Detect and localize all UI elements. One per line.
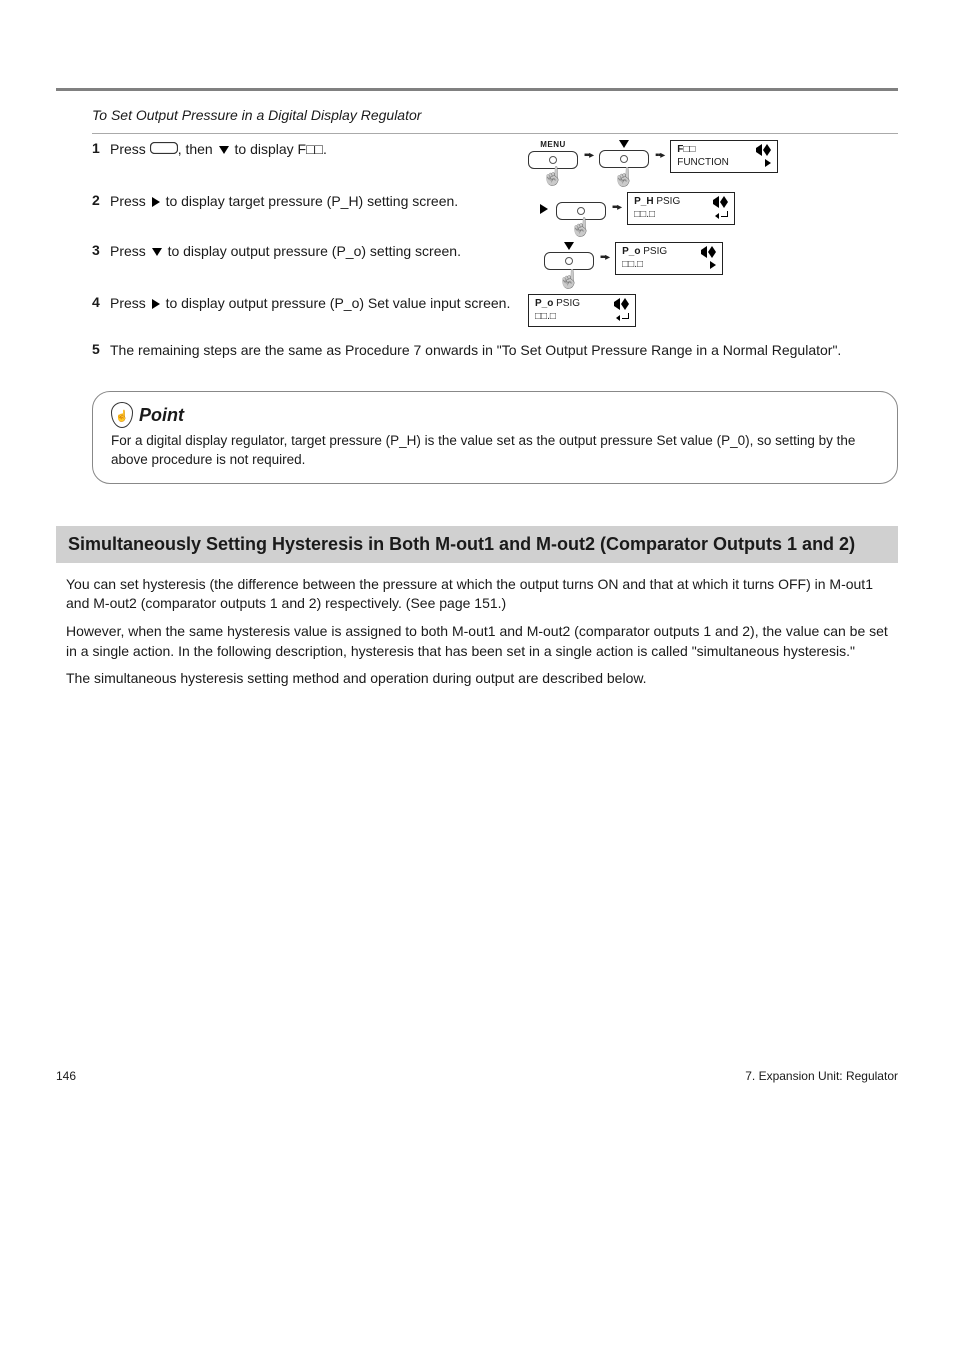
section-para-2: However, when the same hysteresis value … <box>66 622 898 661</box>
step-4-diagram: P_o PSIG □□.□ <box>528 294 898 327</box>
lcd-screen-2: P_H PSIG □□.□ <box>627 192 735 225</box>
step-1: 1 Press , then to display F□□. MENU ☝ ▪▪… <box>92 140 898 186</box>
lcd-screen-1: F□□ FUNCTION <box>670 140 778 173</box>
step-text: Press to display output pressure (P_o) s… <box>110 242 518 261</box>
right-arrow-icon <box>152 197 160 207</box>
menu-button-figure: MENU ☝ <box>528 140 578 185</box>
point-label: Point <box>139 405 184 426</box>
step-num: 3 <box>92 242 110 258</box>
arrow-icon: ▪▪▸ <box>584 150 593 161</box>
step-num: 5 <box>92 341 110 357</box>
step-2: 2 Press to display target pressure (P_H)… <box>92 192 898 236</box>
arrow-icon: ▪▪▸ <box>655 150 664 161</box>
page-number: 146 <box>56 1069 76 1083</box>
enter-icon <box>619 313 629 321</box>
lcd-screen-4: P_o PSIG □□.□ <box>528 294 636 327</box>
top-rule <box>56 88 898 91</box>
step-3-diagram: ☝ ▪▪▸ P_o PSIG □□.□ <box>528 242 898 288</box>
lcd-screen-3: P_o PSIG □□.□ <box>615 242 723 275</box>
page-footer: 146 7. Expansion Unit: Regulator <box>56 1069 898 1083</box>
step-text: Press to display output pressure (P_o) S… <box>110 294 518 313</box>
menu-key <box>150 141 178 157</box>
thin-rule <box>92 133 898 134</box>
down-button-figure: ☝ <box>544 242 594 288</box>
down-arrow-icon <box>564 242 574 250</box>
right-arrow-icon <box>540 204 548 214</box>
hand-icon: ☝ <box>542 167 564 185</box>
intro-heading: To Set Output Pressure in a Digital Disp… <box>92 107 898 123</box>
step-num: 2 <box>92 192 110 208</box>
step-5: 5 The remaining steps are the same as Pr… <box>92 341 898 360</box>
enter-icon <box>718 211 728 219</box>
arrow-icon: ▪▪▸ <box>600 252 609 263</box>
down-arrow-icon <box>152 248 162 256</box>
step-text: Press , then to display F□□. <box>110 140 518 159</box>
hand-icon: ☝ <box>613 168 635 186</box>
footer-chapter: 7. Expansion Unit: Regulator <box>745 1069 898 1083</box>
step-text: The remaining steps are the same as Proc… <box>110 341 898 360</box>
step-1-diagram: MENU ☝ ▪▪▸ ☝ ▪▪▸ F□□ FUNCTION <box>528 140 898 186</box>
hand-icon: ☝ <box>558 270 580 288</box>
section-heading: Simultaneously Setting Hysteresis in Bot… <box>56 526 898 563</box>
step-num: 4 <box>92 294 110 310</box>
down-arrow-icon <box>619 140 629 148</box>
right-arrow-icon <box>152 299 160 309</box>
point-body: For a digital display regulator, target … <box>111 432 879 468</box>
button-figure: ☝ <box>556 192 606 236</box>
menu-label: MENU <box>540 140 566 149</box>
point-callout: ☝ Point For a digital display regulator,… <box>92 391 898 483</box>
down-arrow-icon <box>219 146 229 154</box>
point-icon: ☝ <box>111 402 133 428</box>
hand-icon: ☝ <box>570 218 592 236</box>
step-num: 1 <box>92 140 110 156</box>
step-text: Press to display target pressure (P_H) s… <box>110 192 518 211</box>
step-3: 3 Press to display output pressure (P_o)… <box>92 242 898 288</box>
down-button-figure: ☝ <box>599 140 649 186</box>
step-4: 4 Press to display output pressure (P_o)… <box>92 294 898 327</box>
arrow-icon: ▪▪▸ <box>612 202 621 213</box>
section-para-3: The simultaneous hysteresis setting meth… <box>66 669 898 689</box>
section-para-1: You can set hysteresis (the difference b… <box>66 575 898 614</box>
step-2-diagram: ☝ ▪▪▸ P_H PSIG □□.□ <box>528 192 898 236</box>
